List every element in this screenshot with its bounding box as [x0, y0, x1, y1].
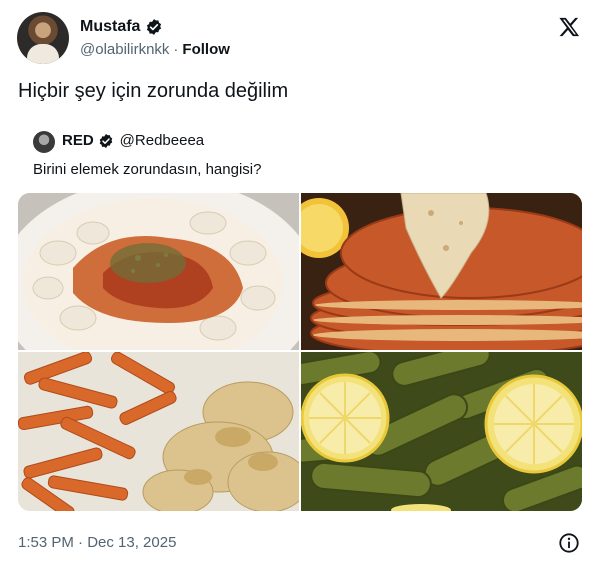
verified-badge-icon [145, 18, 163, 36]
separator: · [173, 41, 179, 58]
info-icon[interactable] [558, 532, 580, 554]
author-name[interactable]: Mustafa [80, 18, 140, 36]
author-avatar[interactable] [17, 12, 69, 64]
author-handle[interactable]: @olabilirknkk [80, 41, 169, 58]
tweet-timestamp[interactable]: 1:53 PM · Dec 13, 2025 [18, 534, 176, 551]
verified-badge-icon [98, 133, 114, 149]
quoted-handle[interactable]: @Redbeeea [120, 132, 204, 149]
follow-button[interactable]: Follow [182, 41, 230, 58]
quoted-text: Birini elemek zorundasın, hangisi? [33, 161, 262, 178]
author-name-row[interactable]: Mustafa [80, 18, 163, 36]
photo-lahmacun[interactable] [301, 193, 582, 350]
quoted-name-row[interactable]: RED @Redbeeea [62, 132, 204, 149]
photo-pasta-chicken[interactable] [18, 352, 299, 511]
quoted-name[interactable]: RED [62, 132, 94, 149]
tweet-text: Hiçbir şey için zorunda değilim [18, 80, 289, 102]
media-grid [18, 193, 582, 511]
author-handle-row: @olabilirknkk · Follow [80, 41, 230, 58]
photo-sarma[interactable] [301, 352, 582, 511]
photo-manti[interactable] [18, 193, 299, 350]
quoted-avatar[interactable] [33, 131, 55, 153]
x-logo-icon[interactable] [558, 16, 580, 38]
